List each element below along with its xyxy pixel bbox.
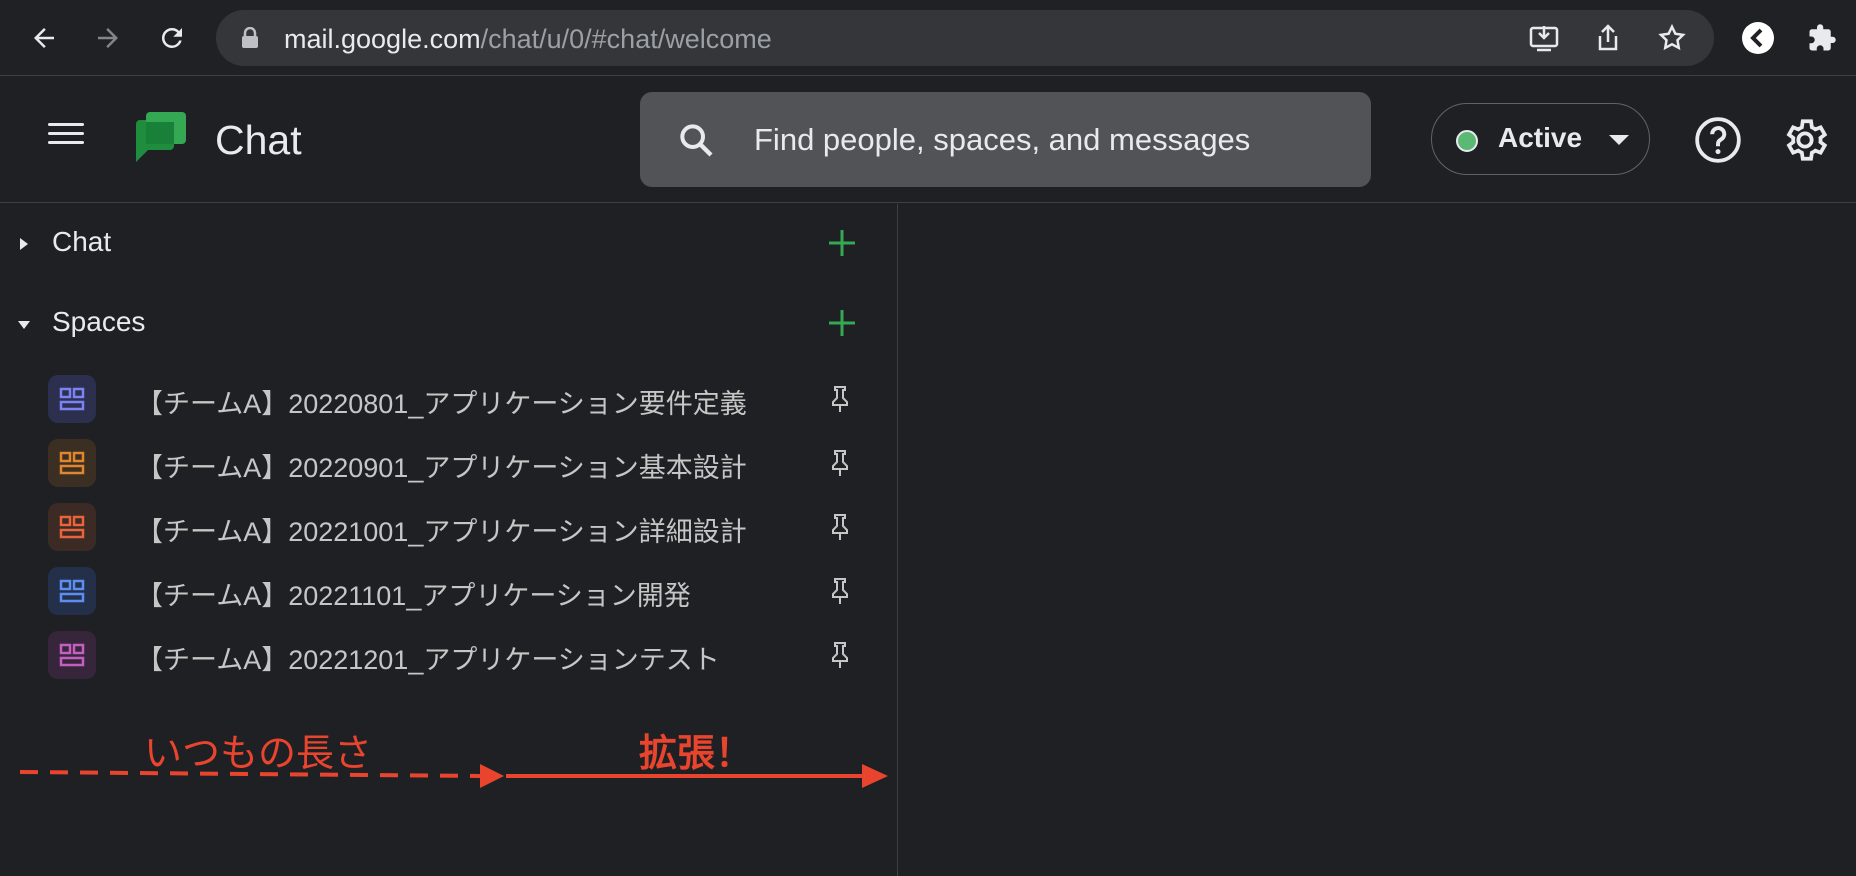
main-content-pane [899,204,1856,876]
url-host: mail.google.com [284,24,481,54]
extension-chevron-icon[interactable] [1736,16,1780,60]
dashed-arrow-head [480,764,504,788]
space-grid-icon [48,631,96,679]
search-bar[interactable]: Find people, spaces, and messages [640,92,1371,187]
status-dropdown[interactable]: Active [1431,103,1650,175]
puzzle-icon[interactable] [1800,16,1844,60]
section-label: Chat [52,226,112,257]
address-bar[interactable]: mail.google.com/chat/u/0/#chat/welcome [216,10,1714,66]
dashed-arrow-line [19,770,481,778]
share-icon[interactable] [1592,22,1624,54]
pin-icon[interactable] [829,449,855,477]
new-space-plus-icon[interactable] [825,306,859,340]
app-title: Chat [215,117,302,163]
app-header: Chat Find people, spaces, and messages A… [0,77,1856,203]
install-icon[interactable] [1528,22,1560,54]
space-grid-icon [48,439,96,487]
url-text: mail.google.com/chat/u/0/#chat/welcome [284,24,772,55]
pin-icon[interactable] [829,385,855,413]
status-dot-icon [1456,130,1478,152]
caret-down-icon [16,318,32,336]
pin-icon[interactable] [829,641,855,669]
caret-down-icon [1609,135,1629,145]
section-label: Spaces [52,306,146,337]
annotation-arrows [19,764,888,788]
space-name: 【チームA】20221001_アプリケーション詳細設計 [136,517,747,547]
url-path: /chat/u/0/#chat/welcome [480,24,772,54]
space-item[interactable]: 【チームA】20220801_アプリケーション要件定義 [0,367,898,431]
caret-right-icon [18,236,30,257]
section-spaces[interactable]: Spaces [0,294,898,354]
pin-icon[interactable] [829,513,855,541]
back-icon[interactable] [22,16,66,60]
status-label: Active [1498,122,1583,153]
pin-icon[interactable] [829,577,855,605]
menu-icon[interactable] [48,117,96,165]
help-icon[interactable] [1693,115,1743,165]
space-item[interactable]: 【チームA】20220901_アプリケーション基本設計 [0,431,898,495]
search-input[interactable]: Find people, spaces, and messages [754,122,1250,158]
settings-icon[interactable] [1780,115,1830,165]
space-name: 【チームA】20220801_アプリケーション要件定義 [136,389,747,419]
lock-icon[interactable] [234,22,266,54]
space-grid-icon [48,375,96,423]
reload-icon[interactable] [150,16,194,60]
space-grid-icon [48,567,96,615]
space-item[interactable]: 【チームA】20221201_アプリケーションテスト [0,623,898,687]
section-chat[interactable]: Chat [0,214,898,274]
space-name: 【チームA】20220901_アプリケーション基本設計 [136,453,747,483]
chat-logo[interactable] [132,112,188,168]
space-name: 【チームA】20221201_アプリケーションテスト [136,645,720,675]
space-grid-icon [48,503,96,551]
forward-icon[interactable] [86,16,130,60]
search-icon[interactable] [676,120,716,160]
space-name: 【チームA】20221101_アプリケーション開発 [136,581,691,611]
space-item[interactable]: 【チームA】20221001_アプリケーション詳細設計 [0,495,898,559]
browser-toolbar: mail.google.com/chat/u/0/#chat/welcome [0,0,1856,76]
star-icon[interactable] [1656,22,1688,54]
space-item[interactable]: 【チームA】20221101_アプリケーション開発 [0,559,898,623]
solid-arrow-head [862,764,888,788]
new-chat-plus-icon[interactable] [825,226,859,260]
